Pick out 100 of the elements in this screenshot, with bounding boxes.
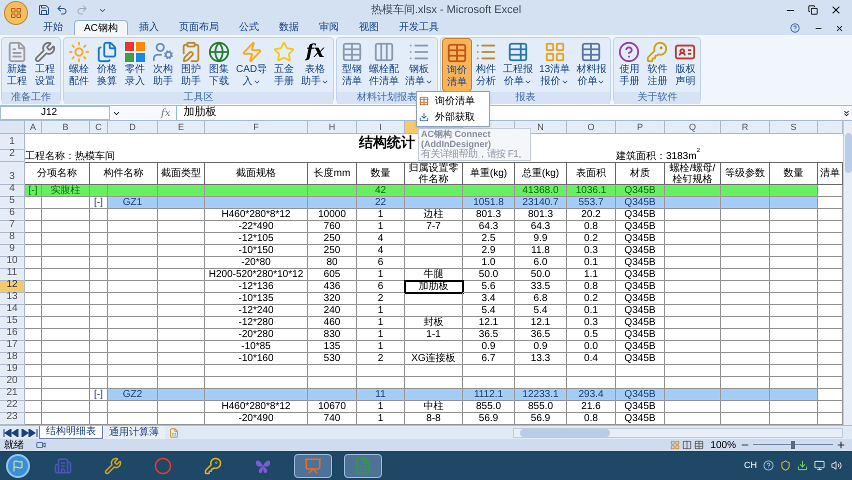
ribbon-button[interactable]: fx 表格 助手 [298, 38, 332, 92]
horizontal-scrollbar[interactable] [513, 428, 843, 438]
macro-record-icon[interactable] [36, 440, 46, 450]
ribbon-button[interactable]: 询价 清单 [442, 38, 472, 92]
ribbon-button[interactable]: 价格 换算 [93, 38, 121, 92]
row-header[interactable]: 15 [0, 317, 25, 329]
row-header[interactable]: 10 [0, 257, 25, 269]
zoom-slider[interactable] [753, 440, 833, 450]
ribbon-button[interactable]: 图集 下载 [205, 38, 233, 92]
row-header[interactable]: 16 [0, 329, 25, 341]
ribbon-tab[interactable]: 开发工具 [390, 20, 448, 35]
column-header[interactable]: S [770, 121, 818, 134]
ribbon-button[interactable]: 次构 助手 [149, 38, 177, 92]
page-break-icon[interactable] [694, 440, 704, 450]
row-header[interactable]: 12 [0, 281, 25, 293]
ribbon-button[interactable]: CAD导 入 [233, 38, 270, 92]
zoom-slider-thumb[interactable] [791, 441, 795, 449]
help-icon[interactable] [790, 23, 800, 33]
row-header[interactable]: 20 [0, 377, 25, 389]
ribbon-button[interactable]: 螺栓配 件清单 [366, 38, 402, 92]
ribbon-tab[interactable]: 页面布局 [170, 20, 228, 35]
row-header[interactable]: 9 [0, 245, 25, 257]
ribbon-button[interactable]: 工程报 价单 [500, 38, 536, 92]
ribbon-button[interactable]: 螺栓 配件 [65, 38, 93, 92]
row-header[interactable]: 6 [0, 209, 25, 221]
ribbon-button[interactable]: 五金 手册 [270, 38, 298, 92]
expand-icon[interactable] [842, 108, 851, 118]
ribbon-button[interactable]: 使用 手册 [615, 38, 644, 92]
page-layout-icon[interactable] [682, 440, 692, 450]
table-cell: -12*136 [205, 281, 308, 293]
sheet-navigation-icon[interactable] [3, 428, 39, 436]
ribbon-button[interactable]: 构件 分析 [472, 38, 500, 92]
name-box[interactable]: J12 [0, 106, 110, 120]
monitor-icon[interactable] [814, 460, 825, 471]
sheet-tab[interactable]: 结构明细表 [39, 426, 103, 439]
column-header[interactable]: I [357, 121, 405, 134]
ribbon-button[interactable]: 版权 声明 [671, 38, 700, 92]
close-icon[interactable] [830, 4, 842, 16]
row-header[interactable]: 23 [0, 413, 25, 425]
taskbar-app[interactable] [294, 454, 332, 478]
row-header[interactable]: 18 [0, 353, 25, 365]
help-icon[interactable] [763, 460, 774, 471]
ribbon-button[interactable]: 型钢 清单 [338, 38, 366, 92]
row-header[interactable]: 19 [0, 365, 25, 377]
volume-icon[interactable] [831, 460, 842, 471]
zoom-in-icon[interactable] [836, 440, 846, 450]
row-header[interactable]: 11 [0, 269, 25, 281]
language-indicator[interactable]: CH [744, 458, 757, 472]
column-header[interactable]: B [42, 121, 90, 134]
restore-icon[interactable] [808, 5, 818, 15]
column-header[interactable]: P [616, 121, 665, 134]
column-header[interactable]: R [721, 121, 770, 134]
row-header[interactable]: 17 [0, 341, 25, 353]
row-header[interactable]: 22 [0, 401, 25, 413]
row-header[interactable]: 8 [0, 233, 25, 245]
column-header[interactable]: O [567, 121, 616, 134]
column-header[interactable]: E [158, 121, 205, 134]
ribbon-tab[interactable]: 开始 [34, 20, 72, 35]
ribbon-tab[interactable]: 公式 [230, 20, 268, 35]
table-cell: -20*80 [205, 257, 308, 269]
column-header[interactable]: A [25, 121, 42, 134]
undo-icon[interactable] [56, 4, 68, 16]
ribbon-tab[interactable]: AC钢构 [74, 20, 128, 35]
vertical-scrollbar[interactable] [843, 121, 852, 425]
fx-label[interactable]: fx [161, 106, 170, 120]
column-header[interactable]: F [205, 121, 308, 134]
row-header[interactable]: 3 [0, 162, 25, 185]
ribbon-button[interactable]: 软件 注册 [643, 38, 672, 92]
ribbon-tab[interactable]: 插入 [130, 20, 168, 35]
shield-icon[interactable] [780, 460, 791, 471]
row-header[interactable]: 7 [0, 221, 25, 233]
ribbon-button[interactable]: 钢板 清单 [402, 38, 436, 92]
download-icon[interactable] [797, 460, 808, 471]
column-header[interactable]: Q [665, 121, 721, 134]
taskbar-app[interactable] [344, 454, 382, 478]
close-icon[interactable] [835, 24, 844, 33]
start-button[interactable] [6, 454, 30, 478]
ribbon-button[interactable]: 围护 助手 [177, 38, 205, 92]
row-header[interactable]: 13 [0, 293, 25, 305]
column-header[interactable]: C [90, 121, 108, 134]
zoom-level[interactable]: 100% [710, 440, 736, 450]
save-icon[interactable] [38, 4, 50, 16]
ribbon-button[interactable]: 零件 录入 [121, 38, 149, 92]
row-header[interactable]: 21 [0, 389, 25, 401]
ribbon-button[interactable]: 13清单 报价 [536, 38, 574, 92]
office-button[interactable] [4, 1, 28, 25]
row-header[interactable]: 4 [0, 185, 25, 197]
ribbon-tab[interactable]: 视图 [350, 20, 388, 35]
ribbon-tab[interactable]: 审阅 [310, 20, 348, 35]
row-header[interactable]: 5 [0, 197, 25, 209]
row-header[interactable]: 2 [0, 150, 25, 162]
row-header[interactable]: 1 [0, 134, 25, 150]
column-header[interactable]: H [308, 121, 357, 134]
row-header[interactable]: 14 [0, 305, 25, 317]
ribbon-tab[interactable]: 数据 [270, 20, 308, 35]
ribbon-button[interactable]: 工程 设置 [31, 38, 59, 92]
sheet-tab[interactable]: 通用计算薄 [103, 426, 165, 439]
column-header[interactable]: D [108, 121, 158, 134]
ribbon-button[interactable]: 新建 工程 [3, 38, 31, 92]
ribbon-button[interactable]: 材料报 价单 [573, 38, 610, 92]
